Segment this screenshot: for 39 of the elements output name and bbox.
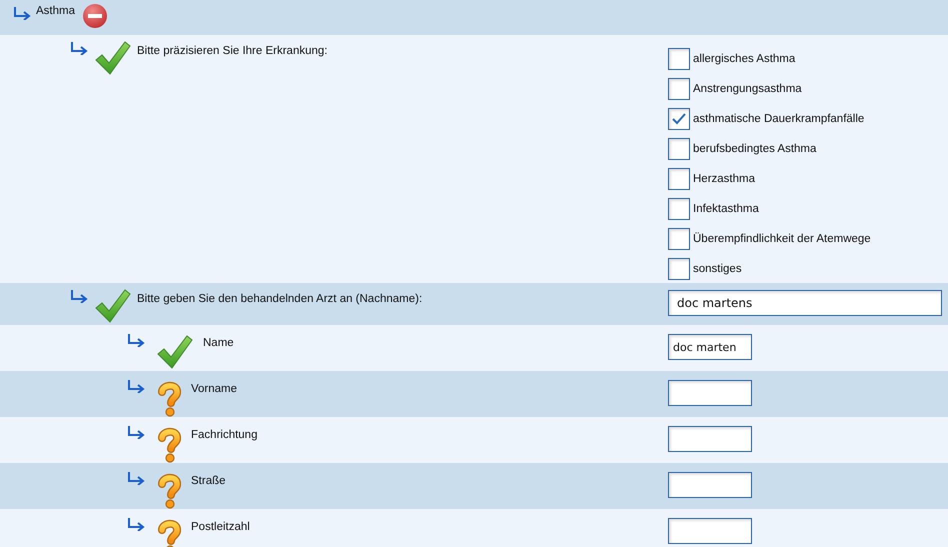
checkbox[interactable] bbox=[668, 138, 690, 160]
checkbox[interactable] bbox=[668, 78, 690, 100]
checkbox[interactable] bbox=[668, 168, 690, 190]
indent-arrow-icon bbox=[127, 517, 145, 531]
question-label: Name bbox=[203, 337, 234, 349]
indent-arrow-icon bbox=[70, 289, 88, 303]
checkbox-label: berufsbedingtes Asthma bbox=[693, 143, 816, 155]
question-label: Fachrichtung bbox=[191, 429, 258, 441]
input-field[interactable] bbox=[668, 426, 752, 452]
input-field[interactable]: doc marten bbox=[668, 334, 752, 360]
checkbox-label: Anstrengungsasthma bbox=[693, 83, 802, 95]
checkbox-label: asthmatische Dauerkrampfanfälle bbox=[693, 113, 864, 125]
checkbox[interactable] bbox=[668, 258, 690, 280]
indent-arrow-icon bbox=[127, 471, 145, 485]
question-label: Bitte geben Sie den behandelnden Arzt an (Nachname): bbox=[137, 293, 422, 305]
input-field[interactable] bbox=[668, 472, 752, 498]
checkbox-label: Herzasthma bbox=[693, 173, 755, 185]
input-field[interactable] bbox=[668, 380, 752, 406]
checkbox[interactable] bbox=[668, 48, 690, 70]
checkbox[interactable] bbox=[668, 228, 690, 250]
indent-arrow-icon bbox=[13, 6, 31, 20]
question-label: Asthma bbox=[36, 5, 75, 17]
indent-arrow-icon bbox=[127, 333, 145, 347]
question-label: Postleitzahl bbox=[191, 521, 250, 533]
checkbox-label: Infektasthma bbox=[693, 203, 759, 215]
indent-arrow-icon bbox=[127, 379, 145, 393]
checkbox[interactable] bbox=[668, 198, 690, 220]
checkbox-label: sonstiges bbox=[693, 263, 742, 275]
input-field[interactable] bbox=[668, 518, 752, 544]
checkmark-icon bbox=[672, 113, 686, 125]
checkbox[interactable] bbox=[668, 108, 690, 130]
question-label: Bitte präzisieren Sie Ihre Erkrankung: bbox=[137, 45, 328, 57]
question-label: Straße bbox=[191, 475, 226, 487]
indent-arrow-icon bbox=[127, 425, 145, 439]
checkbox-label: allergisches Asthma bbox=[693, 53, 796, 65]
checkbox-label: Überempfindlichkeit der Atemwege bbox=[693, 233, 871, 245]
indent-arrow-icon bbox=[70, 41, 88, 55]
question-label: Vorname bbox=[191, 383, 238, 395]
input-field[interactable]: doc martens bbox=[668, 290, 942, 316]
